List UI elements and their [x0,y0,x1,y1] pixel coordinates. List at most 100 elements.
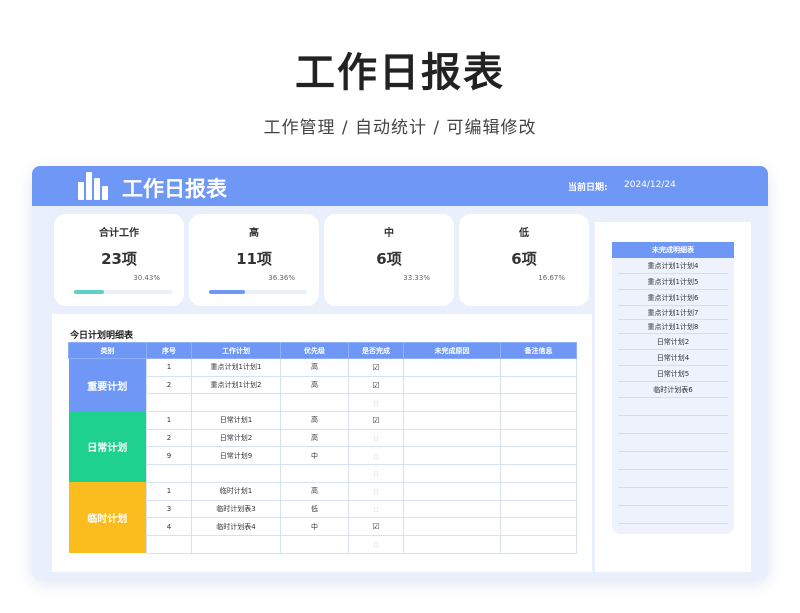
cell-priority[interactable] [280,534,349,554]
cell-reason[interactable] [403,428,501,448]
incomplete-item[interactable]: 重点计划1计划5 [618,274,728,290]
cell-notes[interactable] [500,411,577,430]
cell-no[interactable]: 9 [146,446,192,466]
cell-done[interactable]: ☑ [348,375,404,395]
cell-priority[interactable]: 高 [280,358,349,377]
cell-priority[interactable]: 低 [280,499,349,519]
cell-reason[interactable] [403,464,501,483]
cell-reason[interactable] [403,517,501,536]
cell-priority[interactable]: 高 [280,481,349,501]
cell-priority[interactable]: 高 [280,375,349,395]
cell-no[interactable]: 1 [146,481,192,501]
cell-done[interactable]: ☑ [348,517,404,536]
cell-notes[interactable] [500,517,577,536]
cell-reason[interactable] [403,499,501,519]
checkbox-empty-icon[interactable]: □ [374,401,379,407]
cell-done[interactable]: □ [348,534,404,554]
cell-plan[interactable]: 临时计划表4 [191,517,281,536]
cell-no[interactable]: 4 [146,517,192,536]
cell-plan[interactable]: 日常计划2 [191,428,281,448]
stat-label: 高 [249,228,259,239]
stat-progress-fill [209,290,245,294]
cell-no[interactable]: 1 [146,411,192,430]
cell-priority[interactable]: 中 [280,517,349,536]
cell-reason[interactable] [403,358,501,377]
stat-percent: 36.36% [268,274,295,282]
cell-priority[interactable]: 高 [280,411,349,430]
cell-no[interactable]: 2 [146,428,192,448]
cell-done[interactable]: ☑ [348,358,404,377]
stat-value: 6项 [376,250,402,268]
cell-notes[interactable] [500,534,577,554]
checkbox-checked-icon[interactable]: ☑ [372,363,379,372]
cell-reason[interactable] [403,375,501,395]
stat-progress-fill [74,290,104,294]
cell-priority[interactable]: 高 [280,428,349,448]
cell-no[interactable]: 1 [146,358,192,377]
col-header-no: 序号 [146,342,192,359]
incomplete-item[interactable]: 临时计划表6 [618,382,728,398]
cell-notes[interactable] [500,375,577,395]
incomplete-item[interactable]: 日常计划2 [618,334,728,350]
cell-plan[interactable]: 重点计划1计划1 [191,358,281,377]
cell-no[interactable] [146,393,192,413]
cell-plan[interactable] [191,464,281,483]
cell-reason[interactable] [403,393,501,413]
incomplete-item[interactable]: 日常计划4 [618,350,728,366]
cell-done[interactable]: □ [348,428,404,448]
checkbox-empty-icon[interactable]: □ [374,542,379,548]
cell-priority[interactable]: 中 [280,446,349,466]
cell-no[interactable]: 3 [146,499,192,519]
cell-reason[interactable] [403,481,501,501]
cell-reason[interactable] [403,446,501,466]
cell-no[interactable] [146,464,192,483]
incomplete-item[interactable]: 重点计划1计划6 [618,290,728,306]
incomplete-item[interactable]: 重点计划1计划8 [618,320,728,334]
cell-done[interactable]: □ [348,481,404,501]
checkbox-checked-icon[interactable]: ☑ [372,381,379,390]
checkbox-checked-icon[interactable]: ☑ [372,416,379,425]
incomplete-item[interactable]: 重点计划1计划4 [618,258,728,274]
cell-priority[interactable] [280,393,349,413]
cell-plan[interactable]: 临时计划表3 [191,499,281,519]
cell-reason[interactable] [403,411,501,430]
cell-notes[interactable] [500,446,577,466]
cell-done[interactable]: □ [348,499,404,519]
checkbox-empty-icon[interactable]: □ [374,471,379,477]
cell-notes[interactable] [500,428,577,448]
stat-value: 23项 [101,250,137,268]
table-row: 临时计划 1 临时计划1 高 □ [68,481,577,554]
incomplete-item-empty [618,488,728,506]
cell-no[interactable] [146,534,192,554]
cell-priority[interactable] [280,464,349,483]
stat-label: 低 [519,228,529,239]
incomplete-item[interactable]: 重点计划1计划7 [618,306,728,320]
cell-plan[interactable]: 日常计划9 [191,446,281,466]
cell-done[interactable]: ☑ [348,411,404,430]
col-header-reason: 未完成原因 [403,342,501,359]
cell-plan[interactable]: 日常计划1 [191,411,281,430]
cell-reason[interactable] [403,534,501,554]
cell-notes[interactable] [500,481,577,501]
plan-table: 类别 序号 工作计划 优先级 是否完成 未完成原因 备注信息 重要计划 1 重点计划… [68,342,577,554]
checkbox-checked-icon[interactable]: ☑ [372,522,379,531]
cell-plan[interactable] [191,534,281,554]
cell-notes[interactable] [500,393,577,413]
cell-notes[interactable] [500,358,577,377]
checkbox-empty-icon[interactable]: □ [374,436,379,442]
cell-no[interactable]: 2 [146,375,192,395]
checkbox-empty-icon[interactable]: □ [374,454,379,460]
cell-plan[interactable] [191,393,281,413]
date-label: 当前日期: [568,183,608,193]
cell-done[interactable]: □ [348,446,404,466]
incomplete-item[interactable]: 日常计划5 [618,366,728,382]
cell-plan[interactable]: 临时计划1 [191,481,281,501]
checkbox-empty-icon[interactable]: □ [374,507,379,513]
cell-notes[interactable] [500,464,577,483]
cell-done[interactable]: □ [348,464,404,483]
cell-plan[interactable]: 重点计划1计划2 [191,375,281,395]
cell-done[interactable]: □ [348,393,404,413]
date-value[interactable]: 2024/12/24 [624,180,676,190]
cell-notes[interactable] [500,499,577,519]
checkbox-empty-icon[interactable]: □ [374,489,379,495]
